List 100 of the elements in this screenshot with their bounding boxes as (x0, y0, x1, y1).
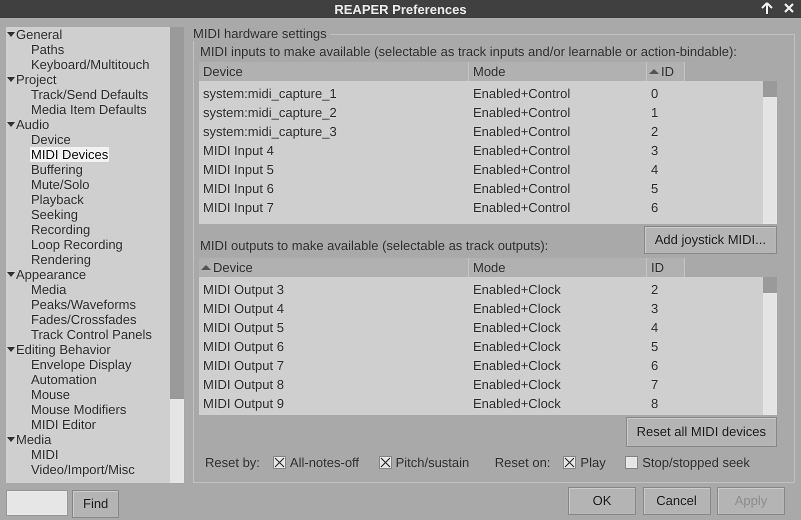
tree-item[interactable]: Automation (30, 372, 98, 387)
table-cell-text: 4 (650, 319, 660, 337)
tree-item[interactable]: Media Item Defaults (30, 102, 148, 117)
table-cell-text: Enabled+Clock (472, 376, 562, 394)
table-cell-text: 5 (650, 180, 660, 198)
table-cell-text: Enabled+Clock (472, 300, 562, 318)
table-cell-text: MIDI Output 7 (202, 357, 285, 375)
caret-down-icon[interactable] (7, 120, 15, 128)
table-cell-text: 3 (650, 142, 660, 160)
tree-item[interactable]: Loop Recording (30, 237, 124, 252)
tree-item[interactable]: General (15, 27, 64, 42)
table-cell-text: 6 (650, 199, 660, 217)
table-cell-text: 4 (650, 161, 660, 179)
add-joystick-button[interactable]: Add joystick MIDI... (644, 226, 777, 254)
column-header[interactable]: Mode (469, 258, 647, 277)
table-cell-text: 0 (650, 85, 660, 103)
tree-item[interactable]: Keyboard/Multitouch (30, 57, 151, 72)
tree-item[interactable]: Buffering (30, 162, 84, 177)
tree-item[interactable]: Media (30, 282, 68, 297)
table-cell-text: Enabled+Control (472, 123, 572, 141)
tree-item[interactable]: Audio (15, 117, 50, 132)
table-cell-text: MIDI Output 5 (202, 319, 285, 337)
tree-item[interactable]: Playback (30, 192, 85, 207)
table-cell-text: system:midi_capture_2 (202, 104, 338, 122)
caret-down-icon[interactable] (7, 346, 15, 354)
caret-down-icon[interactable] (7, 76, 15, 84)
search-field[interactable] (6, 490, 68, 516)
table-cell-text: MIDI Output 4 (202, 300, 285, 318)
up-arrow-icon[interactable] (761, 2, 773, 14)
reset-all-button[interactable]: Reset all MIDI devices (626, 417, 777, 447)
tree-item[interactable]: Mouse (30, 387, 72, 402)
column-header[interactable]: ID (647, 258, 685, 277)
tree-item[interactable]: Mute/Solo (30, 177, 91, 192)
dialog-button[interactable]: OK (568, 487, 636, 515)
tree-item[interactable]: Video/Import/Misc (30, 462, 136, 477)
tree-item[interactable]: Media (15, 432, 52, 447)
table-cell-text: Enabled+Control (472, 85, 572, 103)
sort-up-icon (201, 264, 211, 271)
group-title: MIDI hardware settings (193, 26, 330, 41)
tree-item[interactable]: Recording (30, 222, 92, 237)
table-cell-text: MIDI Input 7 (202, 199, 275, 217)
column-header[interactable]: ID (647, 62, 685, 81)
checkbox[interactable]: Pitch/sustain (378, 453, 470, 472)
tree-item[interactable]: MIDI (30, 447, 60, 462)
tree-item[interactable]: Track/Send Defaults (30, 87, 150, 102)
section-label: MIDI inputs to make available (selectable as track inputs and/or learnable or action-bindable): (199, 44, 738, 59)
table-cell-text: MIDI Output 9 (202, 395, 285, 413)
reset-label: Reset by: (205, 455, 260, 470)
tree-item[interactable]: MIDI Devices (30, 147, 110, 162)
table-cell-text: Enabled+Control (472, 104, 572, 122)
column-header[interactable]: Device (199, 62, 469, 81)
column-header[interactable]: Mode (469, 62, 647, 81)
column-header[interactable]: Device (199, 258, 469, 277)
caret-down-icon[interactable] (7, 436, 15, 444)
table-cell-text: Enabled+Clock (472, 338, 562, 356)
table-cell-text: 6 (650, 357, 660, 375)
tree-item[interactable]: Paths (30, 42, 66, 57)
checkbox[interactable]: All-notes-off (272, 453, 360, 472)
table-cell-text: 2 (650, 281, 660, 299)
table-cell-text: system:midi_capture_1 (202, 85, 338, 103)
table-cell-text: Enabled+Control (472, 199, 572, 217)
scrollbar[interactable] (763, 81, 777, 224)
sort-up-icon (649, 68, 659, 75)
tree-item[interactable]: Fades/Crossfades (30, 312, 138, 327)
table-cell-text: 3 (650, 300, 660, 318)
table-cell-text: MIDI Input 5 (202, 161, 275, 179)
tree-item[interactable]: Envelope Display (30, 357, 132, 372)
close-icon[interactable] (783, 2, 795, 14)
scrollbar[interactable] (763, 277, 777, 415)
tree-item[interactable]: Peaks/Waveforms (30, 297, 137, 312)
table-cell-text: MIDI Output 8 (202, 376, 285, 394)
tree-item[interactable]: Appearance (15, 267, 88, 282)
reset-label: Reset on: (494, 455, 550, 470)
tree-item[interactable]: Editing Behavior (15, 342, 112, 357)
tree-item[interactable]: Project (15, 72, 58, 87)
find-button[interactable]: Find (72, 490, 120, 518)
tree-item[interactable]: Seeking (30, 207, 79, 222)
table-cell-text: MIDI Output 3 (202, 281, 285, 299)
checkbox[interactable]: Play (563, 453, 606, 472)
tree-item[interactable]: Device (30, 132, 72, 147)
table-cell-text: Enabled+Clock (472, 281, 562, 299)
tree-item[interactable]: Rendering (30, 252, 92, 267)
table-cell-text: MIDI Input 6 (202, 180, 275, 198)
cross-mark-icon (564, 457, 576, 468)
dialog-button[interactable]: Cancel (642, 487, 710, 515)
caret-down-icon[interactable] (7, 30, 15, 38)
scrollbar[interactable] (170, 27, 184, 483)
tree-item[interactable]: MIDI Editor (30, 417, 98, 432)
table-cell-text: MIDI Input 4 (202, 142, 275, 160)
window-title: REAPER Preferences (334, 2, 467, 17)
table-cell-text: system:midi_capture_3 (202, 123, 338, 141)
tree-item[interactable]: Mouse Modifiers (30, 402, 128, 417)
checkbox[interactable]: Stop/stopped seek (625, 453, 750, 472)
table-cell-text: 1 (650, 104, 660, 122)
table-cell-text: 5 (650, 338, 660, 356)
caret-down-icon[interactable] (7, 270, 15, 278)
table-cell-text: 2 (650, 123, 660, 141)
tree-item[interactable]: Track Control Panels (30, 327, 153, 342)
table-cell-text: Enabled+Control (472, 142, 572, 160)
cross-mark-icon (380, 457, 391, 468)
